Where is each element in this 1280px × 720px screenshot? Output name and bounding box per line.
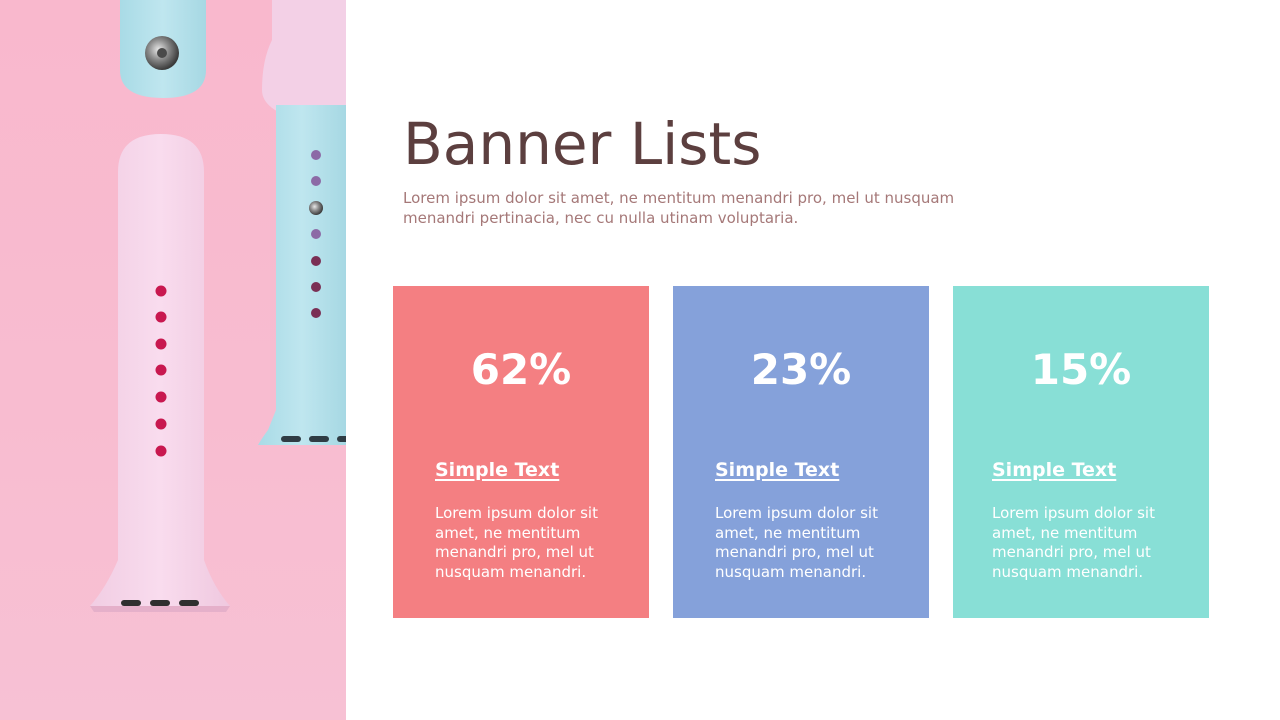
stat-card-value: 62% <box>470 345 572 394</box>
stat-card-body: Lorem ipsum dolor sit amet, ne mentitum … <box>435 504 598 581</box>
stat-card-heading: Simple Text <box>992 459 1117 481</box>
page-subtitle: Lorem ipsum dolor sit amet, ne mentitum … <box>403 189 955 227</box>
stat-card-body: Lorem ipsum dolor sit amet, ne mentitum … <box>992 504 1155 581</box>
stat-card-value: 23% <box>750 345 852 394</box>
page-title: Banner Lists <box>403 110 762 178</box>
watch-bands-photo <box>0 0 346 720</box>
stat-card-2: 23% Simple Text Lorem ipsum dolor sit am… <box>673 286 929 618</box>
stat-card-3: 15% Simple Text Lorem ipsum dolor sit am… <box>953 286 1209 618</box>
stat-card-heading: Simple Text <box>715 459 840 481</box>
stat-card-body: Lorem ipsum dolor sit amet, ne mentitum … <box>715 504 878 581</box>
stat-card-1: 62% Simple Text Lorem ipsum dolor sit am… <box>393 286 649 618</box>
blue-band-right <box>258 105 346 445</box>
stat-card-heading: Simple Text <box>435 459 560 481</box>
stat-card-value: 15% <box>1030 345 1132 394</box>
slide: Banner Lists Lorem ipsum dolor sit amet,… <box>0 0 1280 720</box>
